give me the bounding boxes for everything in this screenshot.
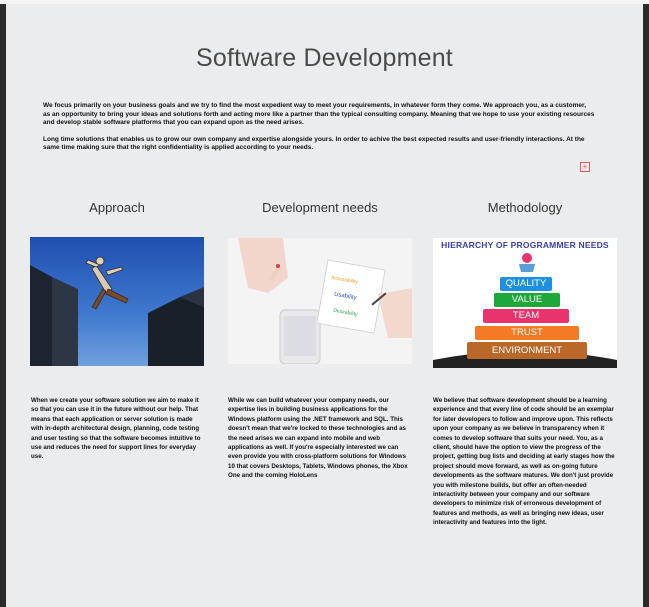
- jumping-man-illustration: [30, 237, 204, 366]
- development-needs-heading: Development needs: [262, 200, 378, 215]
- desk-hands-illustration: Accessibility Usability Desirability: [228, 238, 412, 364]
- development-needs-column: Development needs Accessibility Usabilit…: [228, 200, 412, 479]
- approach-image: [30, 237, 204, 366]
- page-title: Software Development: [196, 44, 453, 72]
- development-needs-text: While we can build whatever your company…: [228, 397, 408, 480]
- intro-paragraph: We focus primarily on your business goal…: [43, 102, 595, 127]
- approach-heading: Approach: [89, 200, 145, 215]
- pyramid-step-environment: ENVIRONMENT: [467, 342, 587, 359]
- document-page: Software Development We focus primarily …: [6, 4, 643, 607]
- methodology-text: We believe that software development sho…: [433, 397, 615, 527]
- methodology-image: HIERARCHY OF PROGRAMMER NEEDS QUALITY VA…: [433, 238, 617, 368]
- pyramid-step-trust: TRUST: [475, 326, 579, 340]
- intro-paragraph: Long time solutions that enables us to g…: [43, 135, 585, 152]
- methodology-heading: Methodology: [487, 200, 563, 215]
- development-needs-image: Accessibility Usability Desirability: [228, 238, 412, 364]
- intro-text: We focus primarily on your business goal…: [43, 102, 595, 161]
- approach-column: Approach When we create your software so…: [30, 200, 204, 460]
- pyramid-step-quality: QUALITY: [500, 277, 552, 291]
- add-icon[interactable]: +: [580, 162, 590, 172]
- approach-text: When we create your software solution we…: [31, 397, 201, 461]
- methodology-column: Methodology HIERARCHY OF PROGRAMMER NEED…: [433, 200, 617, 526]
- pyramid-step-team: TEAM: [483, 309, 569, 323]
- pyramid-step-value: VALUE: [494, 293, 560, 307]
